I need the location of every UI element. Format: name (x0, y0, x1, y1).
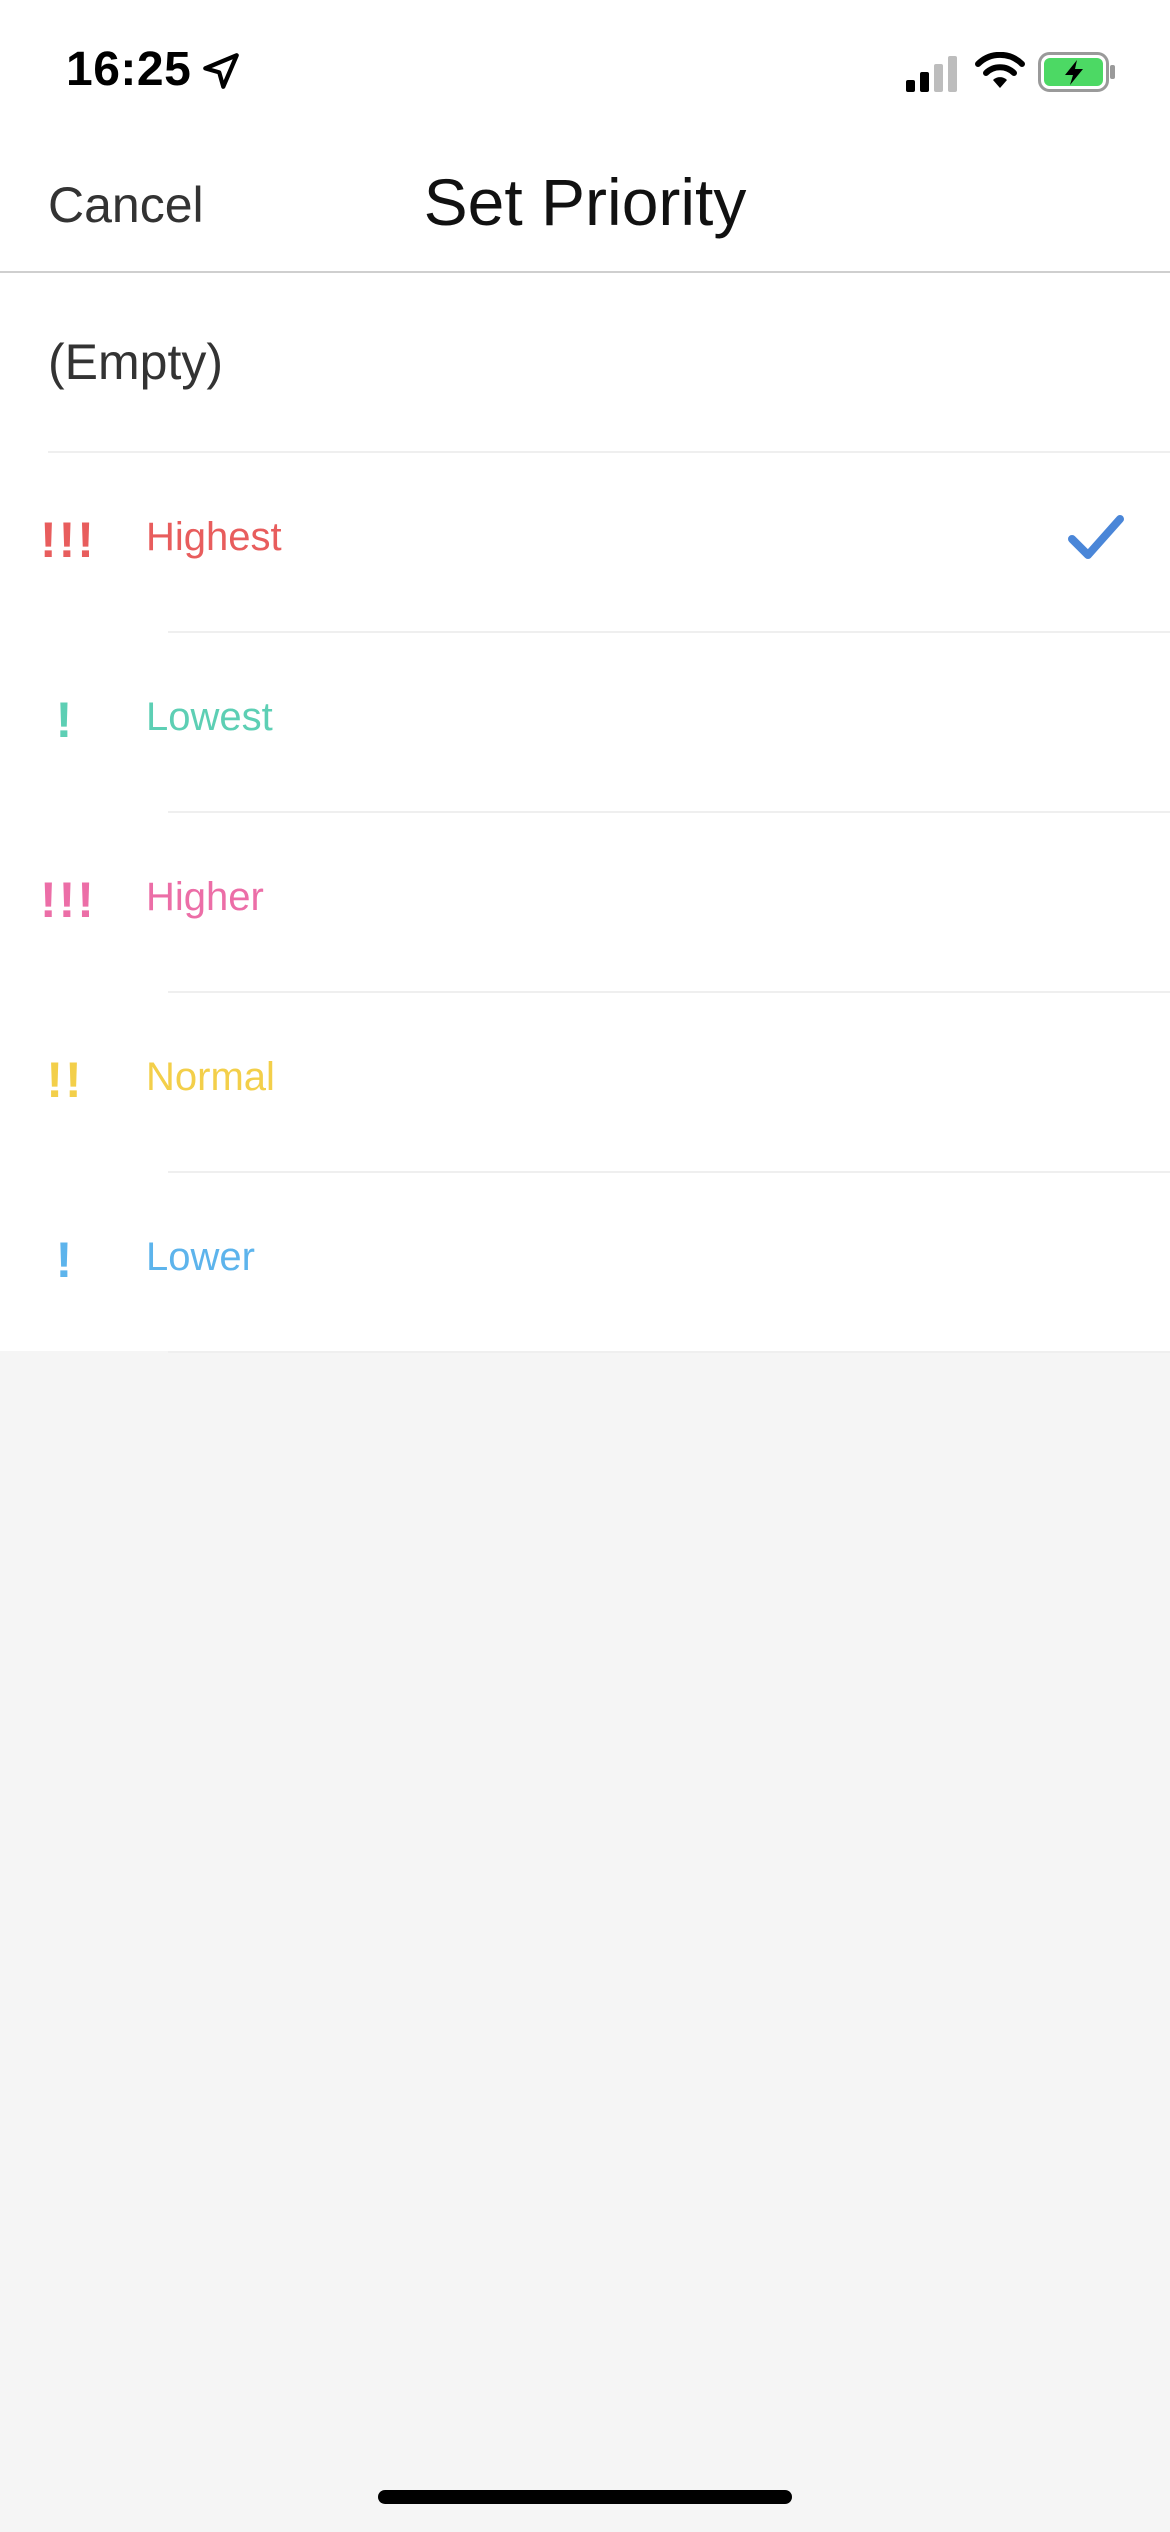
priority-option-label: Higher (146, 875, 264, 919)
battery-charging-icon (1038, 52, 1115, 92)
location-arrow-icon (203, 53, 239, 89)
priority-exclamation-icon: !!! (40, 512, 96, 568)
priority-option-label: Lowest (146, 695, 273, 739)
row-divider (168, 1351, 1170, 1353)
priority-option-label: Lower (146, 1235, 255, 1279)
priority-option-label: Highest (146, 515, 282, 559)
priority-exclamation-icon: !!! (40, 872, 96, 928)
nav-bar: Cancel Set Priority (0, 140, 1170, 273)
page-title: Set Priority (423, 165, 747, 239)
priority-option-normal[interactable]: !! Normal (0, 993, 1170, 1173)
priority-exclamation-icon: ! (55, 692, 75, 748)
priority-exclamation-icon: ! (55, 1232, 75, 1288)
priority-option-lower[interactable]: ! Lower (0, 1173, 1170, 1353)
priority-option-label: (Empty) (48, 334, 223, 390)
checkmark-icon (1068, 515, 1124, 559)
status-bar: 16:25 (0, 0, 1170, 140)
cellular-signal-icon (906, 56, 957, 92)
priority-option-lowest[interactable]: ! Lowest (0, 633, 1170, 813)
priority-list: (Empty) !!! Highest ! Lowest !!! Higher … (0, 273, 1170, 1353)
status-time: 16:25 (66, 43, 192, 96)
priority-option-higher[interactable]: !!! Higher (0, 813, 1170, 993)
priority-option-highest[interactable]: !!! Highest (0, 453, 1170, 633)
wifi-icon (975, 52, 1025, 88)
priority-option-empty[interactable]: (Empty) (0, 273, 1170, 453)
home-indicator (378, 2490, 792, 2504)
priority-exclamation-icon: !! (46, 1052, 84, 1108)
priority-option-label: Normal (146, 1055, 275, 1099)
